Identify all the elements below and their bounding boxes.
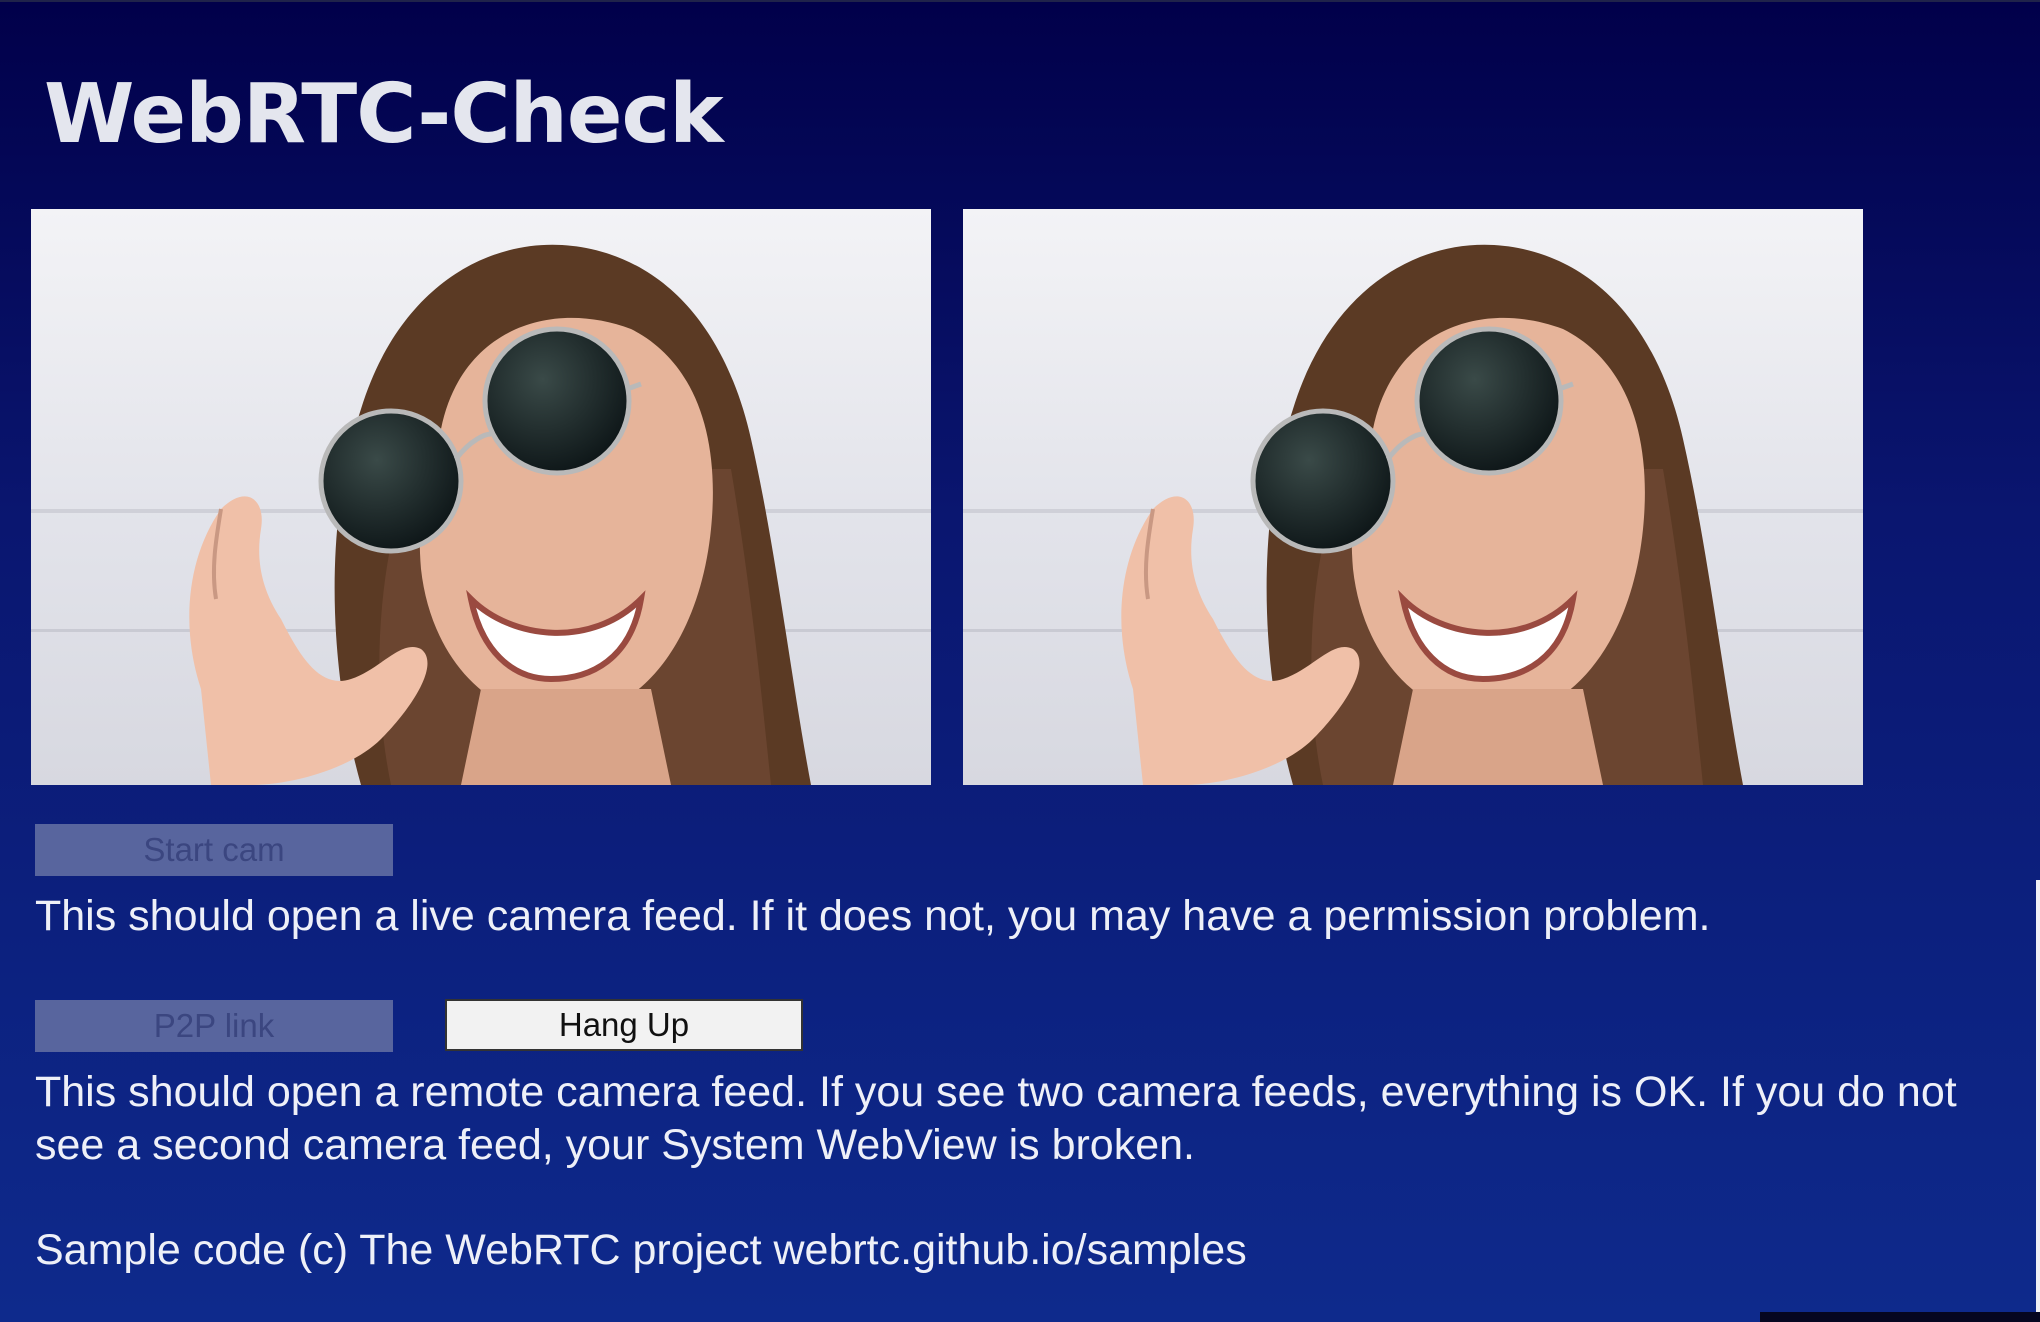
camera-frame-image: [31, 209, 931, 785]
edge-strip: [2036, 880, 2040, 1322]
start-cam-description: This should open a live camera feed. If …: [35, 892, 1711, 940]
top-divider: [0, 0, 2040, 2]
camera-frame-image: [963, 209, 1863, 785]
local-video-feed: [31, 209, 931, 785]
remote-video-feed: [963, 209, 1863, 785]
corner-bar: [1760, 1312, 2040, 1322]
start-cam-button[interactable]: Start cam: [35, 824, 393, 876]
p2p-link-button[interactable]: P2P link: [35, 1000, 393, 1052]
page-title: WebRTC-Check: [44, 67, 724, 162]
p2p-description: This should open a remote camera feed. I…: [35, 1068, 1957, 1169]
credit-text: Sample code (c) The WebRTC project webrt…: [35, 1226, 1247, 1274]
hang-up-button[interactable]: Hang Up: [445, 999, 803, 1051]
